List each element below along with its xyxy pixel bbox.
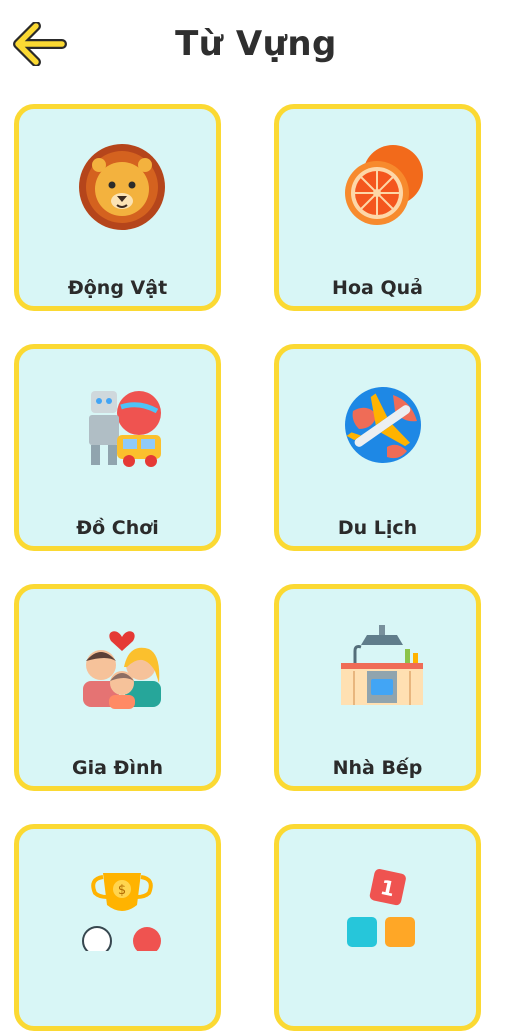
category-card-travel[interactable]: Du Lịch [274,344,481,551]
category-label: Du Lịch [337,517,418,539]
kitchen-icon [341,625,423,705]
category-card-animals[interactable]: Động Vật [14,104,221,311]
category-card-numbers[interactable]: 1 [274,824,481,1031]
category-card-sports[interactable]: $ [14,824,221,1031]
category-label: Động Vật [67,277,168,299]
toys-icon [89,391,161,467]
category-card-kitchen[interactable]: Nhà Bếp [274,584,481,791]
category-label: Hoa Quả [332,277,423,299]
category-label: Đồ Chơi [76,517,159,539]
category-grid: Động Vật Hoa Quả Đồ Chơi Du Lịch Gia Đìn… [0,0,512,1031]
lion-icon [79,144,165,230]
svg-text:$: $ [118,883,126,898]
family-icon [83,631,161,709]
category-label: Gia Đình [71,757,164,779]
category-card-family[interactable]: Gia Đình [14,584,221,791]
orange-icon [345,145,423,225]
sports-trophy-icon: $ [82,873,161,951]
globe-plane-icon [345,387,421,463]
category-label: Nhà Bếp [332,757,423,779]
numbers-icon: 1 [347,869,415,947]
category-card-fruits[interactable]: Hoa Quả [274,104,481,311]
category-card-toys[interactable]: Đồ Chơi [14,344,221,551]
